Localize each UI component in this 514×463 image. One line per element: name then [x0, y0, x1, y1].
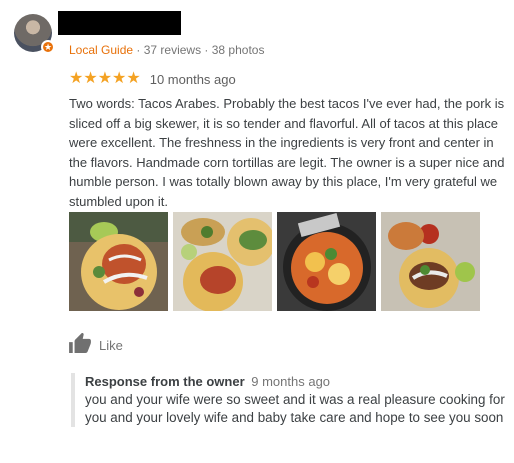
owner-response: Response from the owner 9 months ago you…	[71, 373, 507, 427]
rating-row: ★★★★★ 10 months ago	[69, 70, 236, 88]
thumbs-up-icon	[69, 332, 91, 358]
review-photo-1[interactable]	[69, 212, 168, 311]
review-photo-2[interactable]	[173, 212, 272, 311]
meta-separator: ·	[133, 43, 144, 57]
like-button[interactable]: Like	[69, 332, 123, 358]
review-photo-3[interactable]	[277, 212, 376, 311]
review-age: 10 months ago	[149, 71, 236, 87]
review-text: Two words: Tacos Arabes. Probably the be…	[69, 96, 505, 209]
owner-response-header: Response from the owner 9 months ago	[85, 373, 507, 391]
owner-response-title: Response from the owner	[85, 374, 245, 389]
star-badge-icon: ★	[41, 40, 55, 54]
reviewer-meta: Local Guide · 37 reviews · 38 photos	[69, 43, 264, 57]
owner-response-text: you and your wife were so sweet and it w…	[85, 392, 505, 425]
owner-response-age: 9 months ago	[251, 374, 331, 389]
review-photos	[69, 212, 480, 311]
reviewer-avatar[interactable]: ★	[14, 14, 55, 54]
local-guide-label[interactable]: Local Guide	[69, 43, 133, 57]
review-count: 37 reviews	[143, 43, 202, 57]
star-rating: ★★★★★	[69, 70, 141, 87]
meta-separator: ·	[201, 43, 212, 57]
review-photo-4[interactable]	[381, 212, 480, 311]
photo-count: 38 photos	[211, 43, 265, 57]
like-label: Like	[99, 338, 123, 353]
redacted-reviewer-name	[58, 11, 181, 35]
